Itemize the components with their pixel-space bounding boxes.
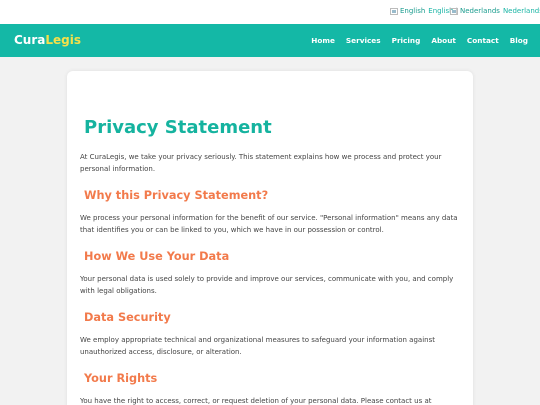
nav-link-about[interactable]: About (431, 36, 456, 45)
page-title: Privacy Statement (84, 117, 272, 138)
section-heading-rights: Your Rights (84, 372, 158, 385)
dutch-flag-alt-text: Nederlands (460, 7, 500, 15)
section-text-security: We employ appropriate technical and orga… (80, 336, 435, 357)
dutch-flag-icon (450, 7, 458, 15)
nav-link-home[interactable]: Home (311, 36, 335, 45)
site-logo[interactable]: CuraLegis (14, 33, 81, 47)
section-heading-security: Data Security (84, 311, 171, 324)
nav-link-blog[interactable]: Blog (510, 36, 528, 45)
nav-link-pricing[interactable]: Pricing (392, 36, 421, 45)
english-flag-icon (390, 7, 398, 15)
language-bar: English English | Nederlands Nederlands (0, 0, 540, 24)
main-navbar: CuraLegis Home Services Pricing About Co… (0, 24, 540, 57)
english-flag-alt-text: English (400, 7, 426, 15)
nav-link-services[interactable]: Services (346, 36, 381, 45)
nav-menu: Home Services Pricing About Contact Blog (300, 36, 528, 45)
language-switcher-dutch[interactable]: Nederlands Nederlands (450, 7, 540, 15)
logo-part-cura: Cura (14, 33, 46, 47)
section-text-rights: You have the right to access, correct, o… (80, 397, 432, 405)
nav-link-contact[interactable]: Contact (467, 36, 499, 45)
section-heading-why: Why this Privacy Statement? (84, 189, 269, 202)
dutch-link[interactable]: Nederlands (503, 7, 540, 15)
logo-part-legis: Legis (45, 33, 82, 47)
section-text-why: We process your personal information for… (80, 214, 458, 235)
intro-paragraph: At CuraLegis, we take your privacy serio… (80, 153, 442, 174)
section-text-use: Your personal data is used solely to pro… (80, 275, 454, 296)
section-heading-use: How We Use Your Data (84, 250, 230, 263)
